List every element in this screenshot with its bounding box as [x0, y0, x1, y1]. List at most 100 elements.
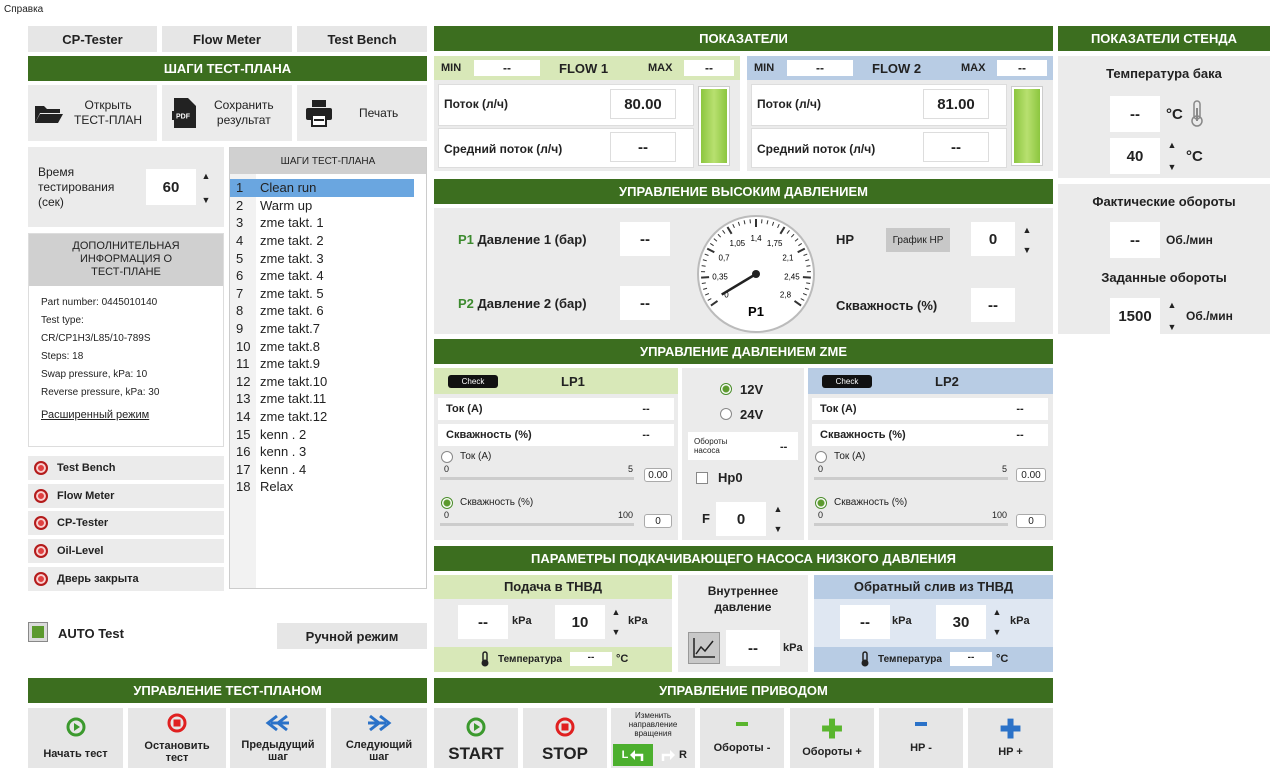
step-item[interactable]: 2 Warm up — [230, 197, 414, 215]
tab-test-bench[interactable]: Test Bench — [297, 26, 427, 52]
hp-value-input[interactable]: 0 — [971, 222, 1015, 256]
target-rpm-stepper[interactable]: ▲ ▼ — [1164, 300, 1180, 332]
up-arrow-icon[interactable]: ▲ — [1023, 225, 1032, 235]
set-temp-input[interactable]: 40 — [1110, 138, 1160, 174]
lp2-current-radio[interactable] — [815, 451, 827, 463]
next-step-button[interactable]: Следующий шаг — [331, 708, 427, 768]
down-arrow-icon[interactable]: ▼ — [774, 524, 783, 534]
stop-test-button[interactable]: Остановить тест — [128, 708, 226, 768]
lp1-duty-input[interactable]: 0 — [644, 514, 672, 528]
target-rpm-input[interactable]: 1500 — [1110, 298, 1160, 334]
step-name: zme takt.11 — [260, 391, 327, 407]
lp1-duty-radio[interactable] — [441, 497, 453, 509]
p1-prefix: P1 — [458, 232, 474, 247]
hp-plus-button[interactable]: ✚ HP + — [968, 708, 1053, 768]
stop-button[interactable]: STOP — [523, 708, 607, 768]
step-item[interactable]: 17 kenn . 4 — [230, 461, 414, 479]
tab-flow-meter[interactable]: Flow Meter — [162, 26, 292, 52]
manual-mode-button[interactable]: Ручной режим — [277, 623, 427, 649]
lp2-title: LP2 — [935, 374, 959, 389]
12v-radio[interactable] — [720, 383, 732, 395]
open-testplan-button[interactable]: Открыть ТЕСТ-ПЛАН — [28, 85, 157, 141]
up-arrow-icon[interactable]: ▲ — [1168, 300, 1177, 310]
add-info-header: ДОПОЛНИТЕЛЬНАЯ ИНФОРМАЦИЯ О ТЕСТ-ПЛАНЕ — [29, 234, 223, 286]
down-arrow-icon[interactable]: ▼ — [1023, 245, 1032, 255]
hp-stepper[interactable]: ▲ ▼ — [1019, 225, 1035, 255]
thermometer-icon — [860, 651, 870, 672]
step-item[interactable]: 5 zme takt. 3 — [230, 249, 414, 267]
gauge-tick-label: 0,7 — [719, 253, 731, 262]
f-label: F — [702, 511, 710, 526]
f-value-input[interactable]: 0 — [716, 502, 766, 536]
down-arrow-icon[interactable]: ▼ — [202, 195, 211, 205]
step-item[interactable]: 8 zme takt. 6 — [230, 302, 414, 320]
lp1-duty-slider[interactable] — [440, 523, 634, 526]
return-value-2-input[interactable]: 30 — [936, 605, 986, 639]
lp1-current-slider[interactable] — [440, 477, 634, 480]
chart-icon[interactable] — [688, 632, 720, 664]
step-item[interactable]: 10 zme takt.8 — [230, 337, 414, 355]
start-test-label: Начать тест — [43, 747, 108, 760]
start-button[interactable]: START — [434, 708, 518, 768]
print-button[interactable]: Печать — [297, 85, 427, 141]
duty-label: Скважность (%) — [836, 298, 938, 313]
up-arrow-icon[interactable]: ▲ — [202, 171, 211, 181]
step-item[interactable]: 13 zme takt.11 — [230, 390, 414, 408]
f-stepper[interactable]: ▲ ▼ — [770, 504, 786, 534]
down-arrow-icon[interactable]: ▼ — [612, 627, 621, 637]
tab-cp-tester[interactable]: CP-Tester — [28, 26, 157, 52]
lp2-check-button[interactable]: Check — [822, 375, 872, 388]
flow2-flow-label: Поток (л/ч) — [757, 97, 821, 111]
step-item[interactable]: 7 zme takt. 5 — [230, 285, 414, 303]
step-item[interactable]: 3 zme takt. 1 — [230, 214, 414, 232]
prev-step-button[interactable]: Предыдущий шаг — [230, 708, 326, 768]
down-arrow-icon[interactable]: ▼ — [1168, 162, 1177, 172]
down-arrow-icon[interactable]: ▼ — [993, 627, 1002, 637]
hp0-checkbox[interactable] — [696, 472, 708, 484]
lp1-check-button[interactable]: Check — [448, 375, 498, 388]
lp2-duty-radio[interactable] — [815, 497, 827, 509]
test-time-stepper[interactable]: ▲ ▼ — [198, 171, 214, 205]
step-item[interactable]: 12 zme takt.10 — [230, 373, 414, 391]
advanced-mode-link[interactable]: Расширенный режим — [41, 406, 223, 424]
lp2-duty-slider[interactable] — [814, 523, 1008, 526]
save-pdf-button[interactable]: PDF Сохранить результат — [162, 85, 292, 141]
down-arrow-icon[interactable]: ▼ — [1168, 322, 1177, 332]
up-arrow-icon[interactable]: ▲ — [993, 607, 1002, 617]
step-item[interactable]: 11 zme takt.9 — [230, 355, 414, 373]
lp1-current-input[interactable]: 0.00 — [644, 468, 672, 482]
pressure-gauge: 00,350,71,051,41,752,12,452,8P1 — [697, 215, 815, 333]
24v-radio[interactable] — [720, 408, 732, 420]
step-item[interactable]: 6 zme takt. 4 — [230, 267, 414, 285]
step-item[interactable]: 4 zme takt. 2 — [230, 232, 414, 250]
rpm-plus-button[interactable]: ✚ Обороты + — [790, 708, 874, 768]
step-item[interactable]: 18 Relax — [230, 478, 414, 496]
return-stepper[interactable]: ▲ ▼ — [989, 607, 1005, 637]
direction-left-button[interactable]: L — [613, 744, 653, 766]
lp2-current-slider[interactable] — [814, 477, 1008, 480]
auto-test-checkbox[interactable] — [28, 622, 48, 642]
feed-stepper[interactable]: ▲ ▼ — [608, 607, 624, 637]
lp2-duty-input[interactable]: 0 — [1016, 514, 1046, 528]
rpm-minus-button[interactable]: Обороты - — [700, 708, 784, 768]
test-time-input[interactable]: 60 — [146, 169, 196, 205]
up-arrow-icon[interactable]: ▲ — [774, 504, 783, 514]
status-item: Test Bench — [28, 456, 224, 480]
step-item[interactable]: 9 zme takt.7 — [230, 320, 414, 338]
step-item[interactable]: 1 Clean run — [230, 179, 414, 197]
step-item[interactable]: 16 kenn . 3 — [230, 443, 414, 461]
up-arrow-icon[interactable]: ▲ — [612, 607, 621, 617]
step-item[interactable]: 15 kenn . 2 — [230, 425, 414, 443]
lp1-current-radio[interactable] — [441, 451, 453, 463]
direction-right-button[interactable]: R — [655, 744, 693, 766]
feed-value-2-input[interactable]: 10 — [555, 605, 605, 639]
up-arrow-icon[interactable]: ▲ — [1168, 140, 1177, 150]
start-test-button[interactable]: Начать тест — [28, 708, 123, 768]
hp-minus-button[interactable]: HP - — [879, 708, 963, 768]
return-temp-unit: °C — [996, 653, 1009, 665]
status-item: Flow Meter — [28, 483, 224, 508]
hp-graph-button[interactable]: График HP — [886, 228, 950, 252]
set-temp-stepper[interactable]: ▲ ▼ — [1164, 140, 1180, 172]
step-item[interactable]: 14 zme takt.12 — [230, 408, 414, 426]
lp2-current-input[interactable]: 0.00 — [1016, 468, 1046, 482]
